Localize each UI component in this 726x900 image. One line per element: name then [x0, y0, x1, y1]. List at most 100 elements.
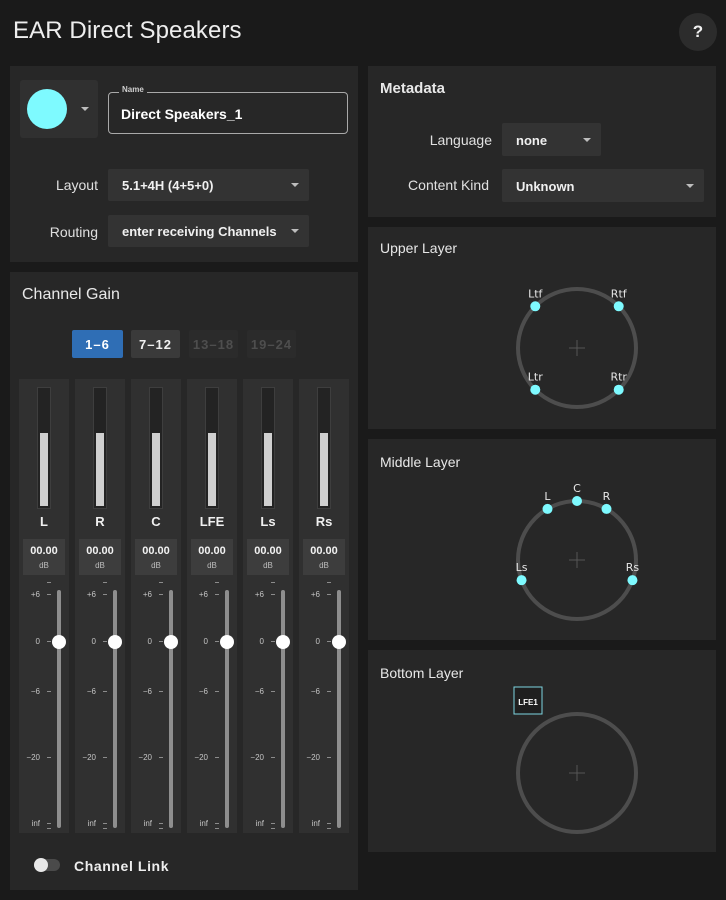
fader-track[interactable] — [57, 590, 61, 828]
fader-tick — [159, 691, 163, 692]
speaker-dot[interactable] — [516, 575, 527, 586]
gain-value-field[interactable]: 00.00 dB — [191, 539, 233, 575]
channel-name: LFE — [199, 514, 225, 529]
gain-value-field[interactable]: 00.00 dB — [79, 539, 121, 575]
fader-scale-label: inf — [255, 819, 264, 828]
fader-tick — [47, 828, 51, 829]
speaker-dot[interactable] — [572, 496, 582, 506]
fader-track[interactable] — [281, 590, 285, 828]
app-title: EAR Direct Speakers — [13, 17, 242, 44]
fader-tick — [271, 828, 275, 829]
fader-thumb[interactable] — [220, 635, 234, 649]
fader-scale-label: −6 — [142, 687, 152, 696]
fader-track[interactable] — [225, 590, 229, 828]
gain-unit: dB — [263, 561, 273, 570]
fader-scale-label: inf — [311, 819, 320, 828]
fader-tick — [215, 691, 219, 692]
channel-name: L — [40, 514, 48, 529]
fader-tick — [103, 757, 107, 758]
level-meter — [261, 387, 275, 509]
gain-value-field[interactable]: 00.00 dB — [135, 539, 177, 575]
fader-tick — [159, 594, 163, 595]
middle-layer-view[interactable]: L C R Ls Rs — [368, 439, 716, 640]
fader-tick — [215, 582, 219, 583]
fader-track[interactable] — [113, 590, 117, 828]
chevron-down-icon — [291, 183, 299, 187]
fader-thumb[interactable] — [164, 635, 178, 649]
speaker-label: L — [544, 490, 551, 503]
gain-value-field[interactable]: 00.00 dB — [303, 539, 345, 575]
fader-tick — [215, 594, 219, 595]
content-kind-label: Content Kind — [408, 177, 489, 193]
color-swatch — [27, 89, 67, 129]
speaker-dot[interactable] — [613, 301, 624, 312]
channel-link-toggle-knob[interactable] — [34, 858, 48, 872]
fader-tick — [47, 823, 51, 824]
fader-scale-label: +6 — [198, 590, 208, 599]
fader-tick — [271, 823, 275, 824]
fader-tick — [47, 582, 51, 583]
bottom-layer-view[interactable]: LFE1 — [368, 650, 716, 852]
name-field[interactable]: Name Direct Speakers_1 — [108, 85, 348, 134]
speaker-label: Rs — [626, 561, 640, 574]
fader-tick — [215, 823, 219, 824]
language-select[interactable]: none — [502, 123, 601, 156]
speaker-dot[interactable] — [530, 301, 541, 312]
fader-scale-label: −20 — [26, 753, 40, 762]
fader-thumb[interactable] — [276, 635, 290, 649]
fader-tick — [271, 641, 275, 642]
level-meter — [317, 387, 331, 509]
bank-button-7-12[interactable]: 7–12 — [131, 330, 180, 358]
help-button[interactable]: ? — [679, 13, 717, 51]
routing-select[interactable]: enter receiving Channels — [108, 215, 309, 247]
fader-scale-label: 0 — [259, 637, 264, 646]
gain-value-field[interactable]: 00.00 dB — [23, 539, 65, 575]
fader-thumb[interactable] — [332, 635, 346, 649]
layout-select[interactable]: 5.1+4H (4+5+0) — [108, 169, 309, 201]
gain-value-field[interactable]: 00.00 dB — [247, 539, 289, 575]
chevron-down-icon — [81, 107, 89, 111]
fader-scale-label: −6 — [198, 687, 208, 696]
chevron-down-icon — [583, 138, 591, 142]
speaker-label: Ltr — [528, 371, 543, 384]
fader-tick — [327, 757, 331, 758]
speaker-dot[interactable] — [542, 503, 553, 514]
fader-thumb[interactable] — [52, 635, 66, 649]
fader-tick — [271, 582, 275, 583]
layout-value: 5.1+4H (4+5+0) — [122, 178, 214, 193]
gain-unit: dB — [39, 561, 49, 570]
bank-button-1-6[interactable]: 1–6 — [72, 330, 123, 358]
speaker-dot[interactable] — [530, 384, 541, 395]
speaker-dot[interactable] — [613, 384, 624, 395]
upper-layer-view[interactable]: Ltf Rtf Ltr Rtr — [368, 227, 716, 429]
fader-scale-label: +6 — [310, 590, 320, 599]
layout-label: Layout — [55, 177, 98, 193]
fader-tick — [103, 641, 107, 642]
speaker-dot[interactable] — [601, 503, 612, 514]
level-meter-fill — [40, 433, 48, 506]
fader-scale-label: −20 — [250, 753, 264, 762]
bottom-layer-panel: Bottom Layer LFE1 — [368, 650, 716, 852]
speaker-dot[interactable] — [627, 575, 638, 586]
fader-scale-label: −20 — [82, 753, 96, 762]
fader-track[interactable] — [337, 590, 341, 828]
level-meter-fill — [208, 433, 216, 506]
color-picker-button[interactable] — [20, 80, 98, 138]
fader-scale-label: −20 — [138, 753, 152, 762]
fader-tick — [103, 823, 107, 824]
fader-tick — [47, 757, 51, 758]
gain-value: 00.00 — [86, 545, 114, 557]
level-meter — [93, 387, 107, 509]
fader-tick — [103, 691, 107, 692]
level-meter-fill — [152, 433, 160, 506]
fader-track[interactable] — [169, 590, 173, 828]
fader-thumb[interactable] — [108, 635, 122, 649]
channel-link-label: Channel Link — [74, 858, 170, 874]
fader-tick — [159, 641, 163, 642]
fader-tick — [271, 594, 275, 595]
fader-tick — [47, 641, 51, 642]
gain-unit: dB — [319, 561, 329, 570]
content-kind-select[interactable]: Unknown — [502, 169, 704, 202]
bank-button-19-24: 19–24 — [247, 330, 296, 358]
middle-layer-panel: Middle Layer L C R Ls Rs — [368, 439, 716, 640]
